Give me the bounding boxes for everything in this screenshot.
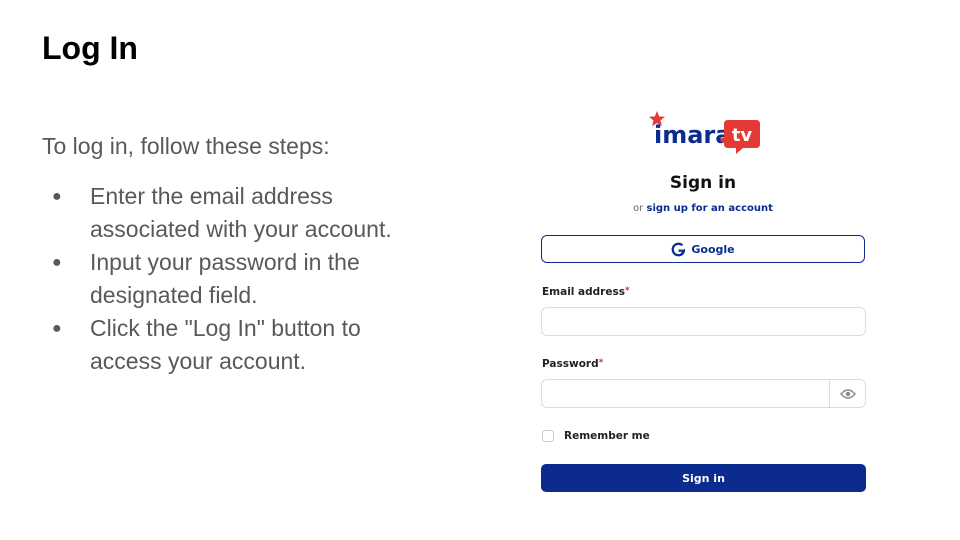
logo-tv-text: tv (732, 125, 753, 146)
instruction-step: ● Enter the email address associated wit… (52, 180, 412, 246)
signup-link[interactable]: sign up for an account (647, 203, 773, 214)
password-field[interactable] (541, 379, 866, 408)
eye-icon (839, 388, 856, 399)
imara-tv-logo: imara tv (649, 111, 760, 154)
required-mark: * (624, 286, 630, 296)
show-password-button[interactable] (829, 380, 865, 407)
password-label: Password* (542, 358, 604, 370)
google-icon (671, 242, 686, 256)
logo-imara-text: imara (654, 121, 731, 149)
instruction-step: ● Click the "Log In" button to access yo… (52, 312, 412, 378)
instructions-intro: To log in, follow these steps: (42, 133, 330, 159)
bullet-icon: ● (52, 320, 62, 337)
signin-submit-button[interactable]: Sign in (541, 464, 866, 492)
remember-me-checkbox[interactable] (542, 430, 554, 442)
slide-title: Log In (42, 30, 138, 66)
bullet-icon: ● (52, 254, 62, 271)
required-mark: * (598, 358, 604, 368)
google-signin-button[interactable]: Google (541, 235, 865, 263)
email-label: Email address* (542, 286, 630, 298)
step-text: Enter the email address associated with … (90, 183, 392, 242)
signin-button-label: Sign in (682, 471, 725, 485)
step-text: Click the "Log In" button to access your… (90, 315, 361, 374)
signin-title: Sign in (669, 173, 737, 193)
email-field[interactable] (541, 307, 866, 336)
bullet-icon: ● (52, 188, 62, 205)
google-button-label: Google (691, 242, 735, 256)
remember-me-label: Remember me (564, 430, 650, 442)
instruction-steps: ● Enter the email address associated wit… (52, 180, 412, 378)
signup-line: or sign up for an account (540, 203, 866, 214)
step-text: Input your password in the designated fi… (90, 249, 360, 308)
instruction-step: ● Input your password in the designated … (52, 246, 412, 312)
or-text: or (633, 203, 644, 214)
